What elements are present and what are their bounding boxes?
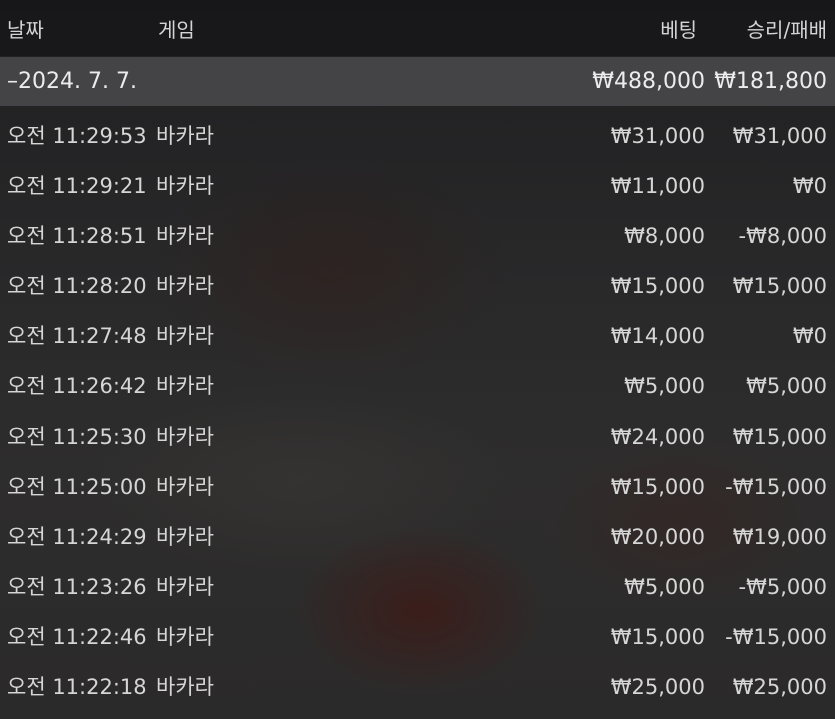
row-bet-amount: ₩15,000: [610, 274, 705, 299]
row-game: 바카라: [156, 374, 214, 399]
table-row[interactable]: 오전 11:29:53 바카라 ₩31,000 ₩31,000: [0, 110, 835, 160]
row-bet-amount: ₩15,000: [610, 624, 705, 649]
row-time: 오전 11:25:00: [7, 474, 147, 499]
row-time: 오전 11:29:21: [7, 174, 147, 199]
date-group-summary-row[interactable]: –2024. 7. 7. ₩488,000 ₩181,800: [0, 57, 835, 106]
row-result-amount: -₩5,000: [738, 574, 827, 599]
row-bet-amount: ₩14,000: [610, 324, 705, 349]
row-time: 오전 11:29:53: [7, 124, 147, 148]
row-time: 오전 11:22:46: [7, 624, 147, 649]
row-game: 바카라: [156, 524, 214, 549]
column-header-result[interactable]: 승리/패배: [747, 0, 827, 56]
row-result-amount: -₩8,000: [738, 224, 827, 249]
row-time: 오전 11:23:26: [7, 574, 147, 599]
row-result-amount: ₩5,000: [746, 374, 827, 399]
group-date[interactable]: –2024. 7. 7.: [7, 57, 137, 106]
row-bet-amount: ₩20,000: [610, 524, 705, 549]
row-bet-amount: ₩8,000: [624, 224, 705, 249]
row-time: 오전 11:22:18: [7, 675, 147, 700]
row-result-amount: ₩15,000: [732, 424, 827, 449]
row-time: 오전 11:26:42: [7, 374, 147, 399]
row-bet-amount: ₩31,000: [610, 124, 705, 148]
row-result-amount: ₩25,000: [732, 675, 827, 700]
group-result-total: ₩181,800: [714, 69, 827, 94]
row-game: 바카라: [156, 124, 214, 148]
row-result-amount: -₩15,000: [725, 624, 827, 649]
row-result-amount: ₩31,000: [732, 124, 827, 148]
table-row[interactable]: 오전 11:25:30 바카라 ₩24,000 ₩15,000: [0, 411, 835, 461]
row-game: 바카라: [156, 224, 214, 249]
bet-history-list: 오전 11:29:53 바카라 ₩31,000 ₩31,000 오전 11:29:21 바…: [0, 110, 835, 711]
group-bet-total: ₩488,000: [592, 69, 705, 94]
row-time: 오전 11:27:48: [7, 324, 147, 349]
row-bet-amount: ₩24,000: [610, 424, 705, 449]
row-game: 바카라: [156, 424, 214, 449]
table-row[interactable]: 오전 11:28:20 바카라 ₩15,000 ₩15,000: [0, 260, 835, 310]
row-result-amount: ₩15,000: [732, 274, 827, 299]
table-row[interactable]: 오전 11:22:18 바카라 ₩25,000 ₩25,000: [0, 661, 835, 711]
row-bet-amount: ₩25,000: [610, 675, 705, 700]
row-game: 바카라: [156, 574, 214, 599]
row-time: 오전 11:25:30: [7, 424, 147, 449]
table-row[interactable]: 오전 11:25:00 바카라 ₩15,000 -₩15,000: [0, 461, 835, 511]
column-header-bet[interactable]: 베팅: [660, 0, 697, 56]
table-row[interactable]: 오전 11:22:46 바카라 ₩15,000 -₩15,000: [0, 611, 835, 661]
table-row[interactable]: 오전 11:29:21 바카라 ₩11,000 ₩0: [0, 160, 835, 210]
row-result-amount: -₩15,000: [725, 474, 827, 499]
row-game: 바카라: [156, 274, 214, 299]
row-game: 바카라: [156, 624, 214, 649]
column-header-game[interactable]: 게임: [158, 0, 195, 56]
row-time: 오전 11:24:29: [7, 524, 147, 549]
row-result-amount: ₩19,000: [732, 524, 827, 549]
row-bet-amount: ₩11,000: [610, 174, 705, 199]
row-time: 오전 11:28:51: [7, 224, 147, 249]
row-game: 바카라: [156, 174, 214, 199]
row-time: 오전 11:28:20: [7, 274, 147, 299]
row-bet-amount: ₩15,000: [610, 474, 705, 499]
row-bet-amount: ₩5,000: [624, 374, 705, 399]
table-row[interactable]: 오전 11:23:26 바카라 ₩5,000 -₩5,000: [0, 561, 835, 611]
table-header: 날짜 게임 베팅 승리/패배: [0, 0, 835, 56]
column-header-date[interactable]: 날짜: [7, 0, 44, 56]
row-game: 바카라: [156, 675, 214, 700]
row-result-amount: ₩0: [792, 324, 827, 349]
table-row[interactable]: 오전 11:24:29 바카라 ₩20,000 ₩19,000: [0, 511, 835, 561]
row-game: 바카라: [156, 474, 214, 499]
table-row[interactable]: 오전 11:26:42 바카라 ₩5,000 ₩5,000: [0, 360, 835, 410]
table-row[interactable]: 오전 11:28:51 바카라 ₩8,000 -₩8,000: [0, 210, 835, 260]
row-game: 바카라: [156, 324, 214, 349]
table-row[interactable]: 오전 11:27:48 바카라 ₩14,000 ₩0: [0, 310, 835, 360]
row-bet-amount: ₩5,000: [624, 574, 705, 599]
row-result-amount: ₩0: [792, 174, 827, 199]
